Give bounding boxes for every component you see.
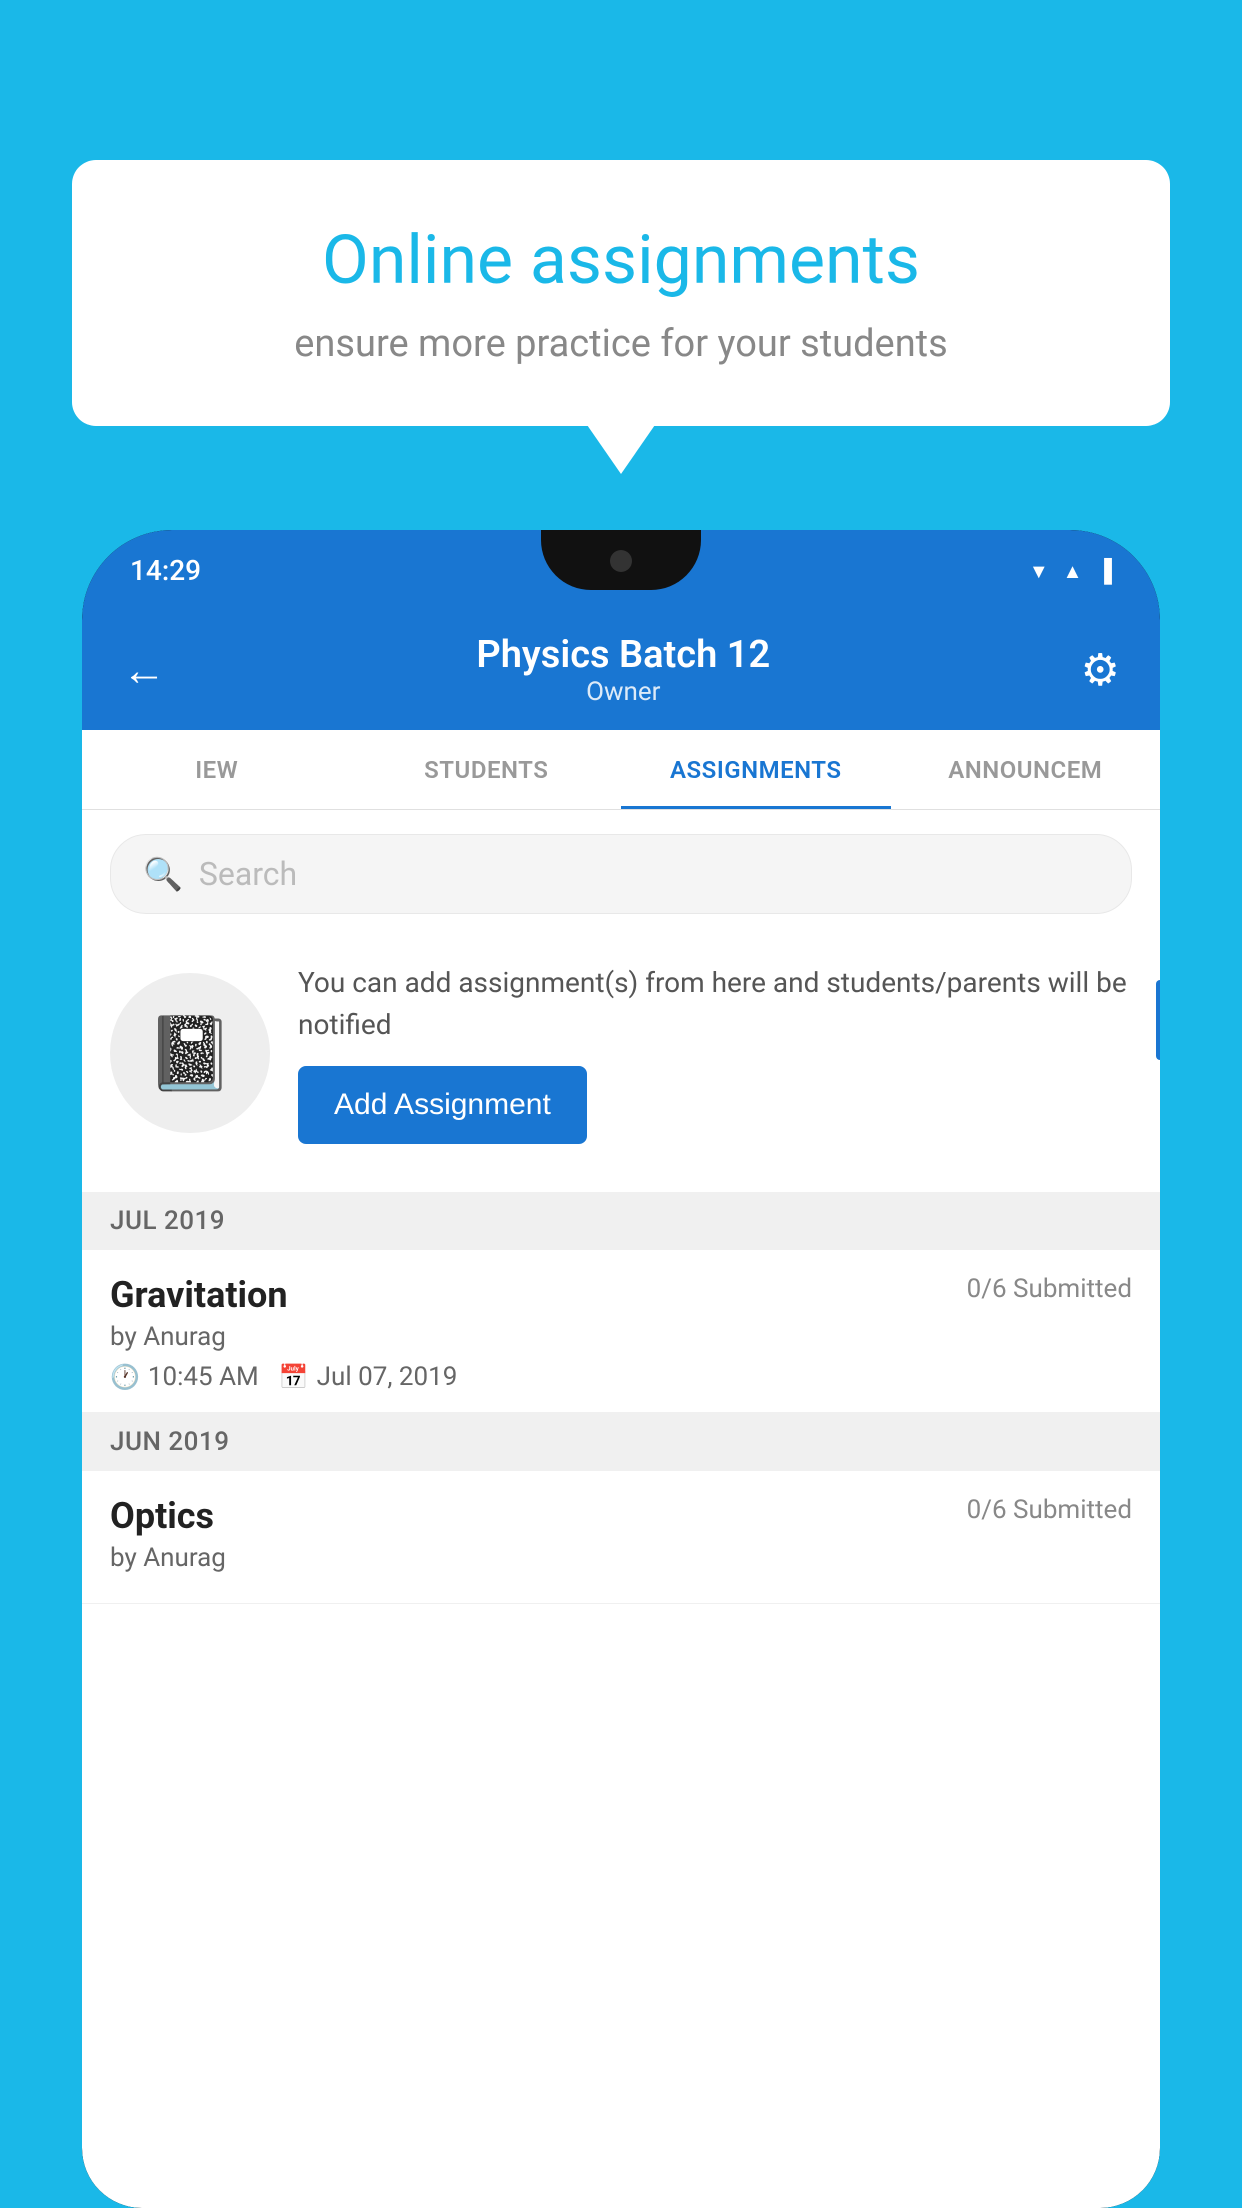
assignment-name: Gravitation	[110, 1274, 288, 1316]
assignment-meta: 🕐 10:45 AM 📅 Jul 07, 2019	[110, 1362, 1132, 1392]
speech-bubble-subtitle: ensure more practice for your students	[152, 322, 1090, 366]
section-header-jun: JUN 2019	[82, 1413, 1160, 1471]
wifi-icon	[1029, 556, 1049, 584]
assignment-name-optics: Optics	[110, 1495, 214, 1537]
speech-bubble-card: Online assignments ensure more practice …	[72, 160, 1170, 426]
speech-bubble-title: Online assignments	[152, 220, 1090, 302]
assignment-time: 10:45 AM	[148, 1362, 259, 1392]
assignment-item-gravitation[interactable]: Gravitation 0/6 Submitted by Anurag 🕐 10…	[82, 1250, 1160, 1413]
promo-description: You can add assignment(s) from here and …	[298, 962, 1132, 1046]
tabs-bar: IEW STUDENTS ASSIGNMENTS ANNOUNCEM	[82, 730, 1160, 810]
assignment-by: by Anurag	[110, 1322, 1132, 1352]
search-bar[interactable]: 🔍 Search	[110, 834, 1132, 914]
header-title-block: Physics Batch 12 Owner	[476, 633, 770, 707]
promo-icon-circle: 📓	[110, 973, 270, 1133]
content-area: 🔍 Search 📓 You can add assignment(s) fro…	[82, 810, 1160, 2208]
notebook-icon: 📓	[145, 1011, 235, 1096]
app-header: ← Physics Batch 12 Owner ⚙	[82, 610, 1160, 730]
tab-assignments[interactable]: ASSIGNMENTS	[621, 730, 891, 809]
power-button	[1156, 980, 1160, 1060]
batch-title: Physics Batch 12	[476, 633, 770, 677]
assignment-date: Jul 07, 2019	[317, 1362, 458, 1392]
assignment-top-optics: Optics 0/6 Submitted	[110, 1495, 1132, 1537]
promo-card: 📓 You can add assignment(s) from here an…	[110, 934, 1132, 1172]
calendar-icon: 📅	[279, 1363, 309, 1391]
clock-icon: 🕐	[110, 1363, 140, 1391]
promo-text-block: You can add assignment(s) from here and …	[298, 962, 1132, 1144]
signal-icon	[1063, 556, 1083, 584]
add-assignment-button[interactable]: Add Assignment	[298, 1066, 587, 1144]
batch-role: Owner	[476, 677, 770, 707]
section-header-jul: JUL 2019	[82, 1192, 1160, 1250]
assignment-submitted: 0/6 Submitted	[967, 1274, 1132, 1304]
assignment-by-optics: by Anurag	[110, 1543, 1132, 1573]
phone-frame: 14:29 ← Physics Batch 12 Owner ⚙ IEW STU…	[82, 530, 1160, 2208]
back-button[interactable]: ←	[122, 644, 166, 696]
settings-icon[interactable]: ⚙	[1081, 644, 1120, 696]
assignment-submitted-optics: 0/6 Submitted	[967, 1495, 1132, 1525]
assignment-item-optics[interactable]: Optics 0/6 Submitted by Anurag	[82, 1471, 1160, 1604]
status-icons	[1029, 556, 1112, 584]
status-time: 14:29	[130, 554, 201, 587]
assignment-top: Gravitation 0/6 Submitted	[110, 1274, 1132, 1316]
phone-screen: 14:29 ← Physics Batch 12 Owner ⚙ IEW STU…	[82, 530, 1160, 2208]
tab-announcements[interactable]: ANNOUNCEM	[891, 730, 1161, 809]
search-placeholder: Search	[199, 855, 297, 893]
battery-icon	[1096, 556, 1112, 584]
meta-date: 📅 Jul 07, 2019	[279, 1362, 458, 1392]
meta-time: 🕐 10:45 AM	[110, 1362, 259, 1392]
tab-iew[interactable]: IEW	[82, 730, 352, 809]
tab-students[interactable]: STUDENTS	[352, 730, 622, 809]
phone-notch	[541, 530, 701, 590]
front-camera	[610, 550, 632, 572]
search-icon: 🔍	[143, 855, 183, 893]
